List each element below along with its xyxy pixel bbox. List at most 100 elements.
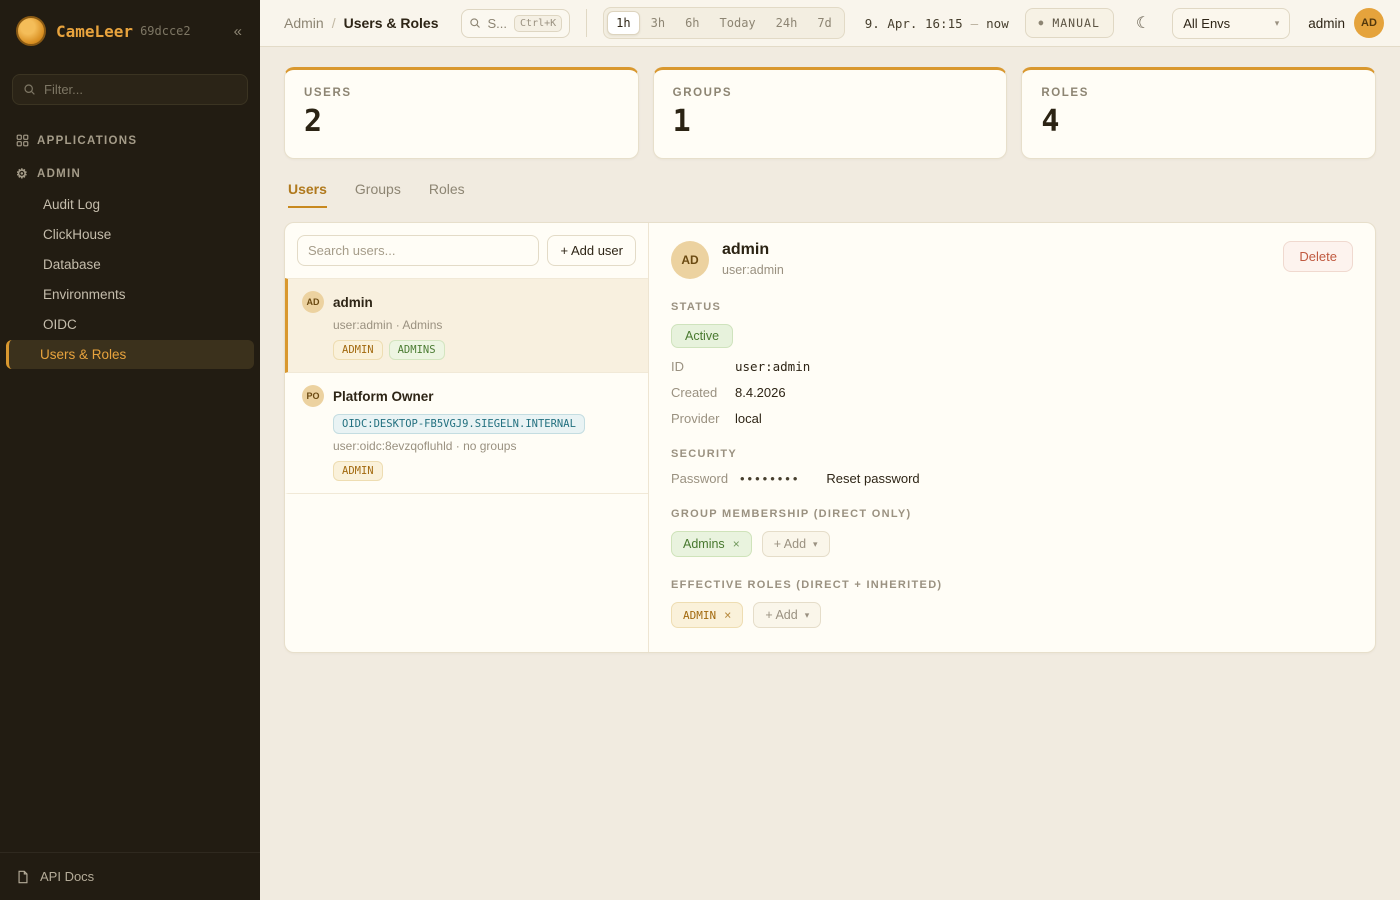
users-panel: + Add user AD admin user:admin · Admins … xyxy=(284,222,1376,653)
chevron-down-icon: ▾ xyxy=(813,539,818,550)
add-group-label: + Add xyxy=(774,537,806,551)
sidebar-section-applications[interactable]: APPLICATIONS xyxy=(0,123,260,156)
field-row-id: ID user:admin xyxy=(671,359,1353,374)
logo-icon xyxy=(16,16,46,46)
add-role-label: + Add xyxy=(765,608,797,622)
time-display[interactable]: 9. Apr. 16:15 — now xyxy=(865,16,1009,31)
time-range-button-7d[interactable]: 7d xyxy=(808,11,840,35)
time-range-button-3h[interactable]: 3h xyxy=(642,11,674,35)
user-list-item-admin[interactable]: AD admin user:admin · Admins ADMIN ADMIN… xyxy=(285,278,648,373)
sidebar-item-oidc[interactable]: OIDC xyxy=(6,310,254,339)
page-content: USERS 2 GROUPS 1 ROLES 4 Users Groups Ro… xyxy=(260,47,1400,900)
user-subtitle: user:admin · Admins xyxy=(333,318,634,332)
global-search-placeholder: S... xyxy=(488,16,508,31)
user-avatar[interactable]: AD xyxy=(1354,8,1384,38)
sidebar-section-label: APPLICATIONS xyxy=(37,135,137,147)
stat-label: GROUPS xyxy=(673,87,988,99)
chevron-down-icon: ▾ xyxy=(805,610,810,621)
sidebar-item-audit-log[interactable]: Audit Log xyxy=(6,190,254,219)
status-badge: Active xyxy=(671,324,733,348)
tab-groups[interactable]: Groups xyxy=(355,181,401,208)
gear-icon: ⚙ xyxy=(16,167,29,180)
user-list-toolbar: + Add user xyxy=(285,223,648,278)
add-role-button[interactable]: + Add ▾ xyxy=(753,602,821,628)
user-name: admin xyxy=(333,295,373,310)
breadcrumb-separator: / xyxy=(332,15,336,31)
stat-card-users: USERS 2 xyxy=(284,67,639,159)
time-range-button-24h[interactable]: 24h xyxy=(767,11,807,35)
field-value: user:admin xyxy=(735,359,810,374)
group-badge: ADMINS xyxy=(389,340,445,360)
env-select[interactable]: All Envs ▾ xyxy=(1172,8,1290,39)
sidebar-filter-input[interactable] xyxy=(44,82,237,97)
time-range-button-6h[interactable]: 6h xyxy=(676,11,708,35)
detail-user-id: user:admin xyxy=(722,263,784,277)
user-search-input[interactable] xyxy=(297,235,539,266)
stat-card-groups: GROUPS 1 xyxy=(653,67,1008,159)
app-version: 69dcce2 xyxy=(140,24,191,38)
breadcrumb-current: Users & Roles xyxy=(344,15,439,31)
time-display-end: now xyxy=(986,16,1009,31)
sidebar-section-admin[interactable]: ⚙ ADMIN xyxy=(0,156,260,189)
sidebar-item-clickhouse[interactable]: ClickHouse xyxy=(6,220,254,249)
oidc-badge: OIDC:DESKTOP-FB5VGJ9.SIEGELN.INTERNAL xyxy=(333,414,585,434)
user-name: Platform Owner xyxy=(333,389,434,404)
tab-users[interactable]: Users xyxy=(288,181,327,208)
user-subtitle: user:oidc:8evzqofluhld · no groups xyxy=(333,439,634,453)
group-chip-label: Admins xyxy=(683,537,725,551)
search-icon xyxy=(469,17,481,29)
sidebar-item-users-roles[interactable]: Users & Roles xyxy=(6,340,254,369)
topbar-divider xyxy=(586,9,587,37)
stat-card-roles: ROLES 4 xyxy=(1021,67,1376,159)
effective-roles-row: ADMIN × + Add ▾ xyxy=(671,602,1353,628)
tab-bar: Users Groups Roles xyxy=(288,181,1372,208)
avatar: AD xyxy=(671,241,709,279)
sidebar-filter xyxy=(12,74,248,105)
role-chip: ADMIN × xyxy=(671,602,743,628)
api-docs-link[interactable]: API Docs xyxy=(0,852,260,900)
time-display-start: 9. Apr. 16:15 xyxy=(865,16,963,31)
user-detail: AD admin user:admin Delete STATUS Active… xyxy=(649,223,1375,652)
field-row-provider: Provider local xyxy=(671,411,1353,426)
refresh-mode-label: MANUAL xyxy=(1052,16,1100,30)
field-label: Created xyxy=(671,385,735,400)
role-badge: ADMIN xyxy=(333,340,383,360)
add-group-button[interactable]: + Add ▾ xyxy=(762,531,830,557)
tab-roles[interactable]: Roles xyxy=(429,181,465,208)
remove-group-icon[interactable]: × xyxy=(733,537,740,551)
user-list-item-platform-owner[interactable]: PO Platform Owner OIDC:DESKTOP-FB5VGJ9.S… xyxy=(285,373,648,494)
user-chip: admin AD xyxy=(1308,8,1384,38)
dark-mode-toggle[interactable]: ☾ xyxy=(1128,9,1158,37)
avatar: AD xyxy=(302,291,324,313)
user-list: + Add user AD admin user:admin · Admins … xyxy=(285,223,649,652)
time-range-button-today[interactable]: Today xyxy=(711,11,765,35)
add-user-button[interactable]: + Add user xyxy=(547,235,636,266)
time-range-group: 1h 3h 6h Today 24h 7d xyxy=(603,7,845,39)
role-chip-label: ADMIN xyxy=(683,609,716,622)
api-docs-label: API Docs xyxy=(40,869,94,884)
delete-user-button[interactable]: Delete xyxy=(1283,241,1353,272)
breadcrumb: Admin / Users & Roles xyxy=(284,15,439,31)
time-range-button-1h[interactable]: 1h xyxy=(607,11,639,35)
stat-value: 1 xyxy=(673,104,988,139)
group-membership-row: Admins × + Add ▾ xyxy=(671,531,1353,557)
moon-icon: ☾ xyxy=(1136,15,1150,32)
sidebar-admin-nav: Audit Log ClickHouse Database Environmen… xyxy=(0,189,260,370)
sidebar-item-environments[interactable]: Environments xyxy=(6,280,254,309)
avatar: PO xyxy=(302,385,324,407)
stat-label: USERS xyxy=(304,87,619,99)
password-mask: •••••••• xyxy=(740,471,800,486)
sidebar-item-database[interactable]: Database xyxy=(6,250,254,279)
env-select-value: All Envs xyxy=(1183,16,1230,31)
time-display-separator: — xyxy=(971,16,979,31)
reset-password-link[interactable]: Reset password xyxy=(826,471,919,486)
global-search[interactable]: S... Ctrl+K xyxy=(461,9,571,38)
remove-role-icon[interactable]: × xyxy=(724,608,731,622)
field-row-created: Created 8.4.2026 xyxy=(671,385,1353,400)
search-icon xyxy=(23,83,36,96)
refresh-mode-button[interactable]: ● MANUAL xyxy=(1025,8,1114,38)
group-chip: Admins × xyxy=(671,531,752,557)
sidebar-collapse-button[interactable]: « xyxy=(230,21,246,42)
breadcrumb-parent[interactable]: Admin xyxy=(284,15,324,31)
field-value: 8.4.2026 xyxy=(735,385,786,400)
